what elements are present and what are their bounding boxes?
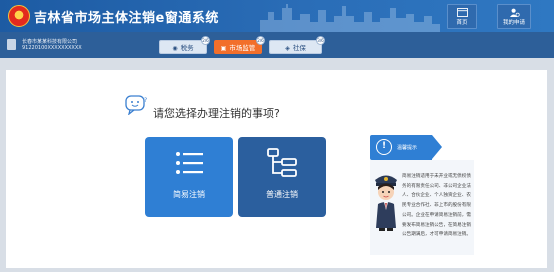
credit-code: 91220100XXXXXXXXXX [22,45,82,51]
question-heading: 请您选择办理注销的事项? [153,107,280,120]
svg-text:?: ? [144,97,147,104]
tree-structure-icon [267,148,297,177]
tax-icon: ◉ [172,45,178,52]
tab-tax-label: 税务 [180,44,194,52]
tab-market-label: 市场监管 [229,44,256,52]
normal-deregistration-label: 普通注销 [266,190,298,199]
market-icon: ▣ [220,45,227,52]
tab-social-label: 社保 [292,44,306,52]
simple-deregistration-card[interactable]: 简易注销 [145,137,233,217]
company-name: 长春市某某科技有限公司 [22,39,78,45]
notice-title: 温馨提示 [397,145,418,151]
my-application-icon [509,8,520,17]
notice-text: 简易注销适用于未开业或无债权债务的有限责任公司、非公司企业法人、合伙企业、个人独… [402,174,471,238]
national-emblem-logo [8,5,30,27]
my-application-label: 我的申请 [502,20,525,26]
simple-deregistration-label: 简易注销 [173,190,205,199]
tab-social-security[interactable]: ◈ 社保 3/6 [269,36,325,54]
home-icon [456,8,468,17]
city-skyline-decoration [260,4,440,32]
tab-tax[interactable]: ◉ 税务 2/6 [159,36,210,54]
main-panel: ? 请您选择办理注销的事项? 简易注销 普通注销 ! 温馨提示 简易注销适用于未… [6,70,547,268]
tab-market-badge: 2/6 [256,36,265,45]
tab-market-regulation[interactable]: ▣ 市场监管 2/6 [214,36,265,54]
home-button-label: 首页 [456,20,468,26]
company-icon [7,39,16,50]
question-chat-icon: ? [125,95,147,115]
my-application-button[interactable]: 我的申请 [497,4,531,29]
home-button[interactable]: 首页 [447,4,477,29]
list-icon [176,152,203,174]
normal-deregistration-card[interactable]: 普通注销 [238,137,326,217]
company-bar: 长春市某某科技有限公司 91220100XXXXXXXXXX ◉ 税务 2/6 ▣… [0,32,554,58]
tab-tax-badge: 2/6 [201,36,210,45]
exclamation-icon: ! [376,139,392,155]
app-title: 吉林省市场主体注销e窗通系统 [34,11,219,26]
tab-social-badge: 3/6 [316,36,325,45]
officer-mascot-illustration [375,175,397,231]
notice-header: ! 温馨提示 [370,135,442,160]
social-security-icon: ◈ [285,45,290,52]
app-header: 吉林省市场主体注销e窗通系统 首页 我的申请 [0,0,554,32]
